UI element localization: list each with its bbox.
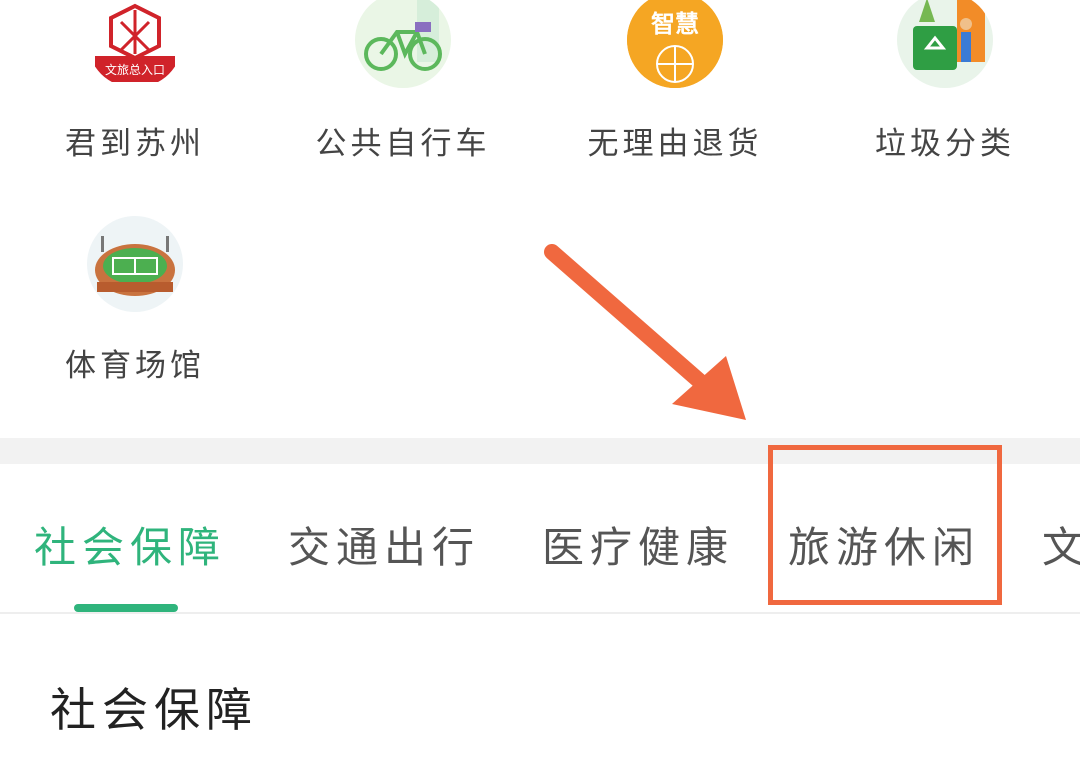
tab-social-security[interactable]: 社会保障 (34, 514, 226, 575)
stadium-icon (87, 216, 183, 312)
active-tab-indicator (74, 604, 178, 612)
annotation-highlight-box (768, 445, 1002, 605)
recycle-bin-icon (897, 0, 993, 88)
smart-badge-text: 智慧 (651, 10, 699, 38)
tourism-portal-icon: 文旅总入口 (87, 0, 183, 88)
tab-transportation[interactable]: 交通出行 (288, 514, 480, 575)
service-sports-venue[interactable]: 体育场馆 (35, 216, 235, 384)
service-label: 君到苏州 (65, 126, 205, 162)
smart-315-icon: 智慧 (627, 0, 723, 88)
tabs-divider (0, 612, 1080, 614)
service-label: 垃圾分类 (875, 126, 1015, 162)
tab-culture[interactable]: 文 (1042, 514, 1080, 575)
section-title: 社会保障 (50, 683, 258, 737)
bicycle-icon (355, 0, 451, 88)
service-label: 体育场馆 (65, 348, 205, 384)
tourism-badge-text: 文旅总入口 (105, 62, 165, 77)
service-label: 公共自行车 (315, 126, 491, 162)
service-public-bicycle[interactable]: 公共自行车 (303, 0, 503, 162)
service-no-reason-return[interactable]: 智慧 无理由退货 (575, 0, 775, 162)
service-label: 无理由退货 (587, 126, 763, 162)
service-garbage-sorting[interactable]: 垃圾分类 (845, 0, 1045, 162)
tab-medical-health[interactable]: 医疗健康 (542, 514, 734, 575)
service-jundao-suzhou[interactable]: 文旅总入口 君到苏州 (35, 0, 235, 162)
